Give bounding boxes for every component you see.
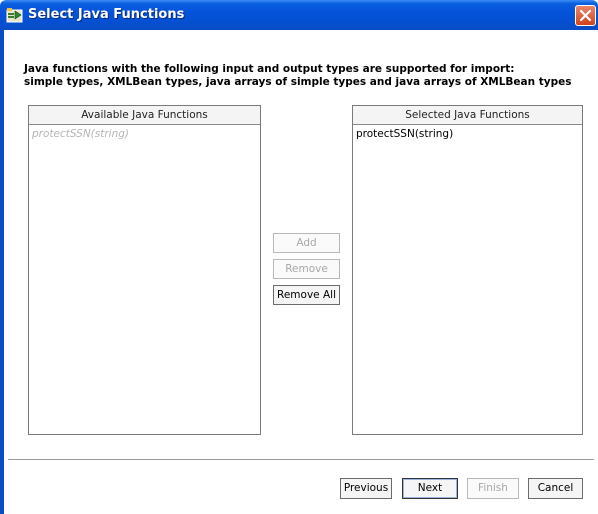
remove-all-button[interactable]: Remove All: [273, 285, 340, 305]
title-bar[interactable]: Select Java Functions: [0, 0, 598, 30]
available-functions-header: Available Java Functions: [29, 106, 260, 125]
select-java-functions-dialog: Select Java Functions Java functions wit…: [0, 0, 598, 514]
wizard-arrow-icon: [6, 7, 23, 23]
available-functions-list[interactable]: protectSSN(string): [29, 125, 260, 143]
selected-functions-panel: Selected Java Functions protectSSN(strin…: [352, 105, 583, 435]
description-text: Java functions with the following input …: [24, 63, 572, 89]
next-button[interactable]: Next: [402, 478, 458, 499]
remove-button[interactable]: Remove: [273, 259, 340, 279]
dialog-title: Select Java Functions: [28, 7, 185, 22]
button-separator: [8, 459, 594, 461]
available-functions-panel: Available Java Functions protectSSN(stri…: [28, 105, 261, 435]
list-item: protectSSN(string): [32, 128, 130, 140]
add-button[interactable]: Add: [273, 233, 340, 253]
description-line-2: simple types, XMLBean types, java arrays…: [24, 76, 572, 88]
selected-functions-list[interactable]: protectSSN(string): [353, 125, 582, 143]
finish-button[interactable]: Finish: [467, 478, 519, 499]
description-line-1: Java functions with the following input …: [24, 63, 515, 75]
close-x-icon[interactable]: [575, 5, 596, 26]
list-item[interactable]: protectSSN(string): [356, 127, 579, 141]
selected-functions-header: Selected Java Functions: [353, 106, 582, 125]
cancel-button[interactable]: Cancel: [528, 478, 583, 499]
previous-button[interactable]: Previous: [340, 478, 392, 499]
